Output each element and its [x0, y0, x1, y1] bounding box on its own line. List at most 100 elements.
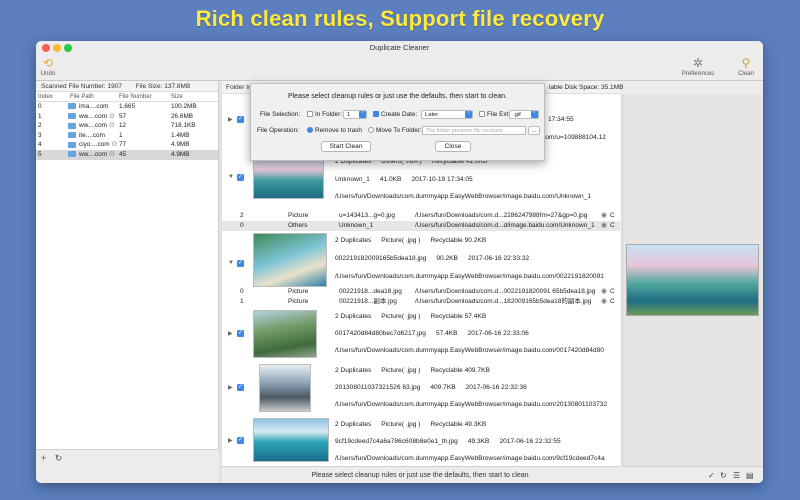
- group-path: /Users/fun/Downloads/com.dummyapp.EasyWe…: [335, 193, 592, 200]
- row-index: 1: [38, 112, 42, 120]
- duplicate-file-row[interactable]: 2 Picture u=143413...g=0.jpg /Users/fun/…: [222, 211, 620, 221]
- reveal-icon[interactable]: ⊙: [109, 151, 115, 158]
- row-number: 1,665: [119, 103, 135, 110]
- preview-eye-icon[interactable]: ◉: [601, 211, 607, 221]
- file-path: /Users/fun/Downloads/com.d...d/image.bai…: [415, 222, 595, 229]
- group-file-info: 9cf19cdeed7c4a6a786c608b8e0e1_th.jpg 49.3…: [335, 438, 561, 445]
- file-date: 2017-06-16 22:33:06: [467, 330, 529, 337]
- file-type: Picture( .jpg ): [381, 237, 421, 244]
- remove-to-trash-radio[interactable]: Remove to trash: [307, 127, 362, 134]
- close-window-button[interactable]: [42, 44, 50, 52]
- in-folder-select[interactable]: 1 ⌃: [343, 110, 367, 119]
- row-path: ww....com: [79, 122, 108, 130]
- preview-pane: [622, 94, 763, 466]
- minimize-window-button[interactable]: [53, 44, 61, 52]
- truncated-column: C: [610, 212, 615, 219]
- duplicate-count: 2 Duplicates: [335, 313, 372, 320]
- chevron-down-icon: ⌃: [465, 111, 472, 118]
- group-checkbox[interactable]: ✓: [237, 330, 244, 337]
- check-all-button[interactable]: ✓: [708, 467, 715, 483]
- close-sheet-button[interactable]: Close: [435, 141, 471, 152]
- in-folder-checkbox[interactable]: In Folder:: [307, 111, 342, 118]
- reveal-icon[interactable]: ⊙: [109, 113, 115, 120]
- collapse-arrow-icon[interactable]: ▼: [228, 260, 234, 266]
- col-file-path[interactable]: File Path: [70, 92, 94, 102]
- scan-summary: Scanned File Number: 1907 File Size: 137…: [36, 81, 218, 92]
- col-index[interactable]: Index: [38, 92, 53, 102]
- recyclable-size: Recyclable 57.4KB: [430, 313, 487, 320]
- duplicate-group[interactable]: ▶ ✓ 2 Duplicates Picture( .jpg ) Recyclabl…: [222, 415, 620, 466]
- file-name: Unknown_1: [335, 176, 370, 183]
- table-row[interactable]: 2 ww....com ⊙ 12 716.1KB: [36, 121, 218, 131]
- table-row-selected[interactable]: 5 ww....com ⊙ 45 4.9MB: [36, 149, 218, 160]
- create-date-value: Later: [425, 112, 439, 118]
- col-folder-in[interactable]: Folder In: [226, 84, 252, 91]
- create-date-checkbox[interactable]: Create Date:: [373, 111, 417, 118]
- table-row[interactable]: 0 ima....com 1,665 100.2MB: [36, 102, 218, 112]
- chevron-down-icon: ⌃: [531, 111, 538, 118]
- file-ext-checkbox[interactable]: File Ext:: [479, 111, 510, 118]
- disk-space-label: lable Disk Space: 35.1MB: [549, 84, 624, 91]
- zoom-window-button[interactable]: [64, 44, 72, 52]
- expand-arrow-icon[interactable]: ▶: [228, 384, 233, 391]
- refresh-button[interactable]: ↻: [55, 453, 63, 463]
- col-size[interactable]: Size: [171, 92, 183, 102]
- duplicate-file-row[interactable]: 1 Picture 00221918...副本.jpg /Users/fun/D…: [222, 297, 620, 307]
- truncated-column: C: [610, 298, 615, 305]
- table-row[interactable]: 3 ite....com 1 1.4MB: [36, 131, 218, 141]
- thumbnail: [253, 310, 317, 358]
- duplicate-group[interactable]: ▶ ✓ 2 Duplicates Picture( .jpg ) Recyclabl…: [222, 307, 620, 361]
- clean-button[interactable]: ⚲ Clean: [735, 55, 757, 77]
- add-folder-button[interactable]: +: [41, 453, 46, 463]
- create-date-select[interactable]: Later ⌃: [421, 110, 473, 119]
- expand-arrow-icon[interactable]: ▶: [228, 437, 233, 444]
- row-index: 2: [38, 122, 42, 130]
- in-folder-value: 1: [347, 112, 351, 118]
- group-file-info: 201308011037321526 63.jpg 409.7KB 2017-06-…: [335, 384, 527, 391]
- move-to-folder-label: Move To Folder:: [376, 127, 422, 134]
- collapse-arrow-icon[interactable]: ▼: [228, 174, 234, 180]
- file-type: Picture: [288, 212, 309, 219]
- sheet-prompt: Please select cleanup rules or just use …: [287, 93, 508, 100]
- target-folder-field[interactable]: The folder prevents file recovery: [422, 126, 526, 135]
- row-index: 0: [38, 103, 42, 110]
- create-date-label: Create Date:: [381, 111, 418, 118]
- file-date: 2017-06-16 22:33:32: [467, 255, 530, 262]
- preview-eye-icon[interactable]: ◉: [601, 297, 607, 307]
- file-path: /Users/fun/Downloads/com.d...2286247988f…: [415, 212, 588, 219]
- table-row[interactable]: 1 ww....com ⊙ 57 26.6MB: [36, 112, 218, 122]
- start-clean-button[interactable]: Start Clean: [321, 141, 371, 152]
- preferences-button[interactable]: ✲ Preferences: [680, 55, 716, 77]
- undo-button[interactable]: ⟲ Undo: [40, 55, 56, 77]
- file-name: 0017420d84d80bec7d6217.jpg: [335, 330, 426, 337]
- group-checkbox[interactable]: ✓: [237, 384, 244, 391]
- file-name: u=143413...g=0.jpg: [339, 212, 396, 219]
- expand-arrow-icon[interactable]: ▶: [228, 116, 233, 123]
- expand-arrow-icon[interactable]: ▶: [228, 330, 233, 337]
- browse-folder-button[interactable]: ...: [528, 126, 540, 135]
- list-view-button[interactable]: ☰: [733, 467, 740, 483]
- reveal-icon[interactable]: ⊙: [109, 122, 115, 129]
- file-ext-select[interactable]: .gif ⌃: [509, 110, 539, 119]
- detail-view-button[interactable]: ▤: [746, 467, 754, 483]
- refresh-results-button[interactable]: ↻: [720, 467, 727, 483]
- preview-eye-icon[interactable]: ◉: [601, 287, 607, 297]
- thumbnail: [253, 418, 329, 462]
- duplicate-group[interactable]: ▶ ✓ 2 Duplicates Picture( .jpg ) Recyclabl…: [222, 361, 620, 415]
- file-size: 41.0KB: [379, 176, 402, 183]
- file-path: /Users/fun/Downloads/com.d...00221918200…: [415, 288, 596, 295]
- preview-eye-icon[interactable]: ◉: [601, 221, 607, 231]
- group-checkbox[interactable]: ✓: [237, 174, 244, 181]
- scanned-count: Scanned File Number: 1907: [41, 83, 122, 90]
- move-to-folder-radio[interactable]: Move To Folder:: [368, 127, 422, 134]
- duplicate-file-row[interactable]: 0 Picture 00221918...dea18.jpg /Users/fu…: [222, 287, 620, 297]
- duplicate-count: 2 Duplicates: [335, 421, 372, 428]
- group-checkbox[interactable]: ✓: [237, 437, 244, 444]
- group-path: /Users/fun/Downloads/com.dummyapp.EasyWe…: [335, 273, 604, 280]
- group-checkbox[interactable]: ✓: [237, 116, 244, 123]
- duplicate-file-row[interactable]: 0 Others Unknown_1 /Users/fun/Downloads/…: [222, 221, 620, 231]
- group-checkbox[interactable]: ✓: [237, 260, 244, 267]
- col-file-number[interactable]: File Number: [119, 92, 152, 102]
- table-row[interactable]: 4 ciyo....com ⊙ 77 4.9MB: [36, 140, 218, 150]
- reveal-icon[interactable]: ⊙: [111, 141, 117, 148]
